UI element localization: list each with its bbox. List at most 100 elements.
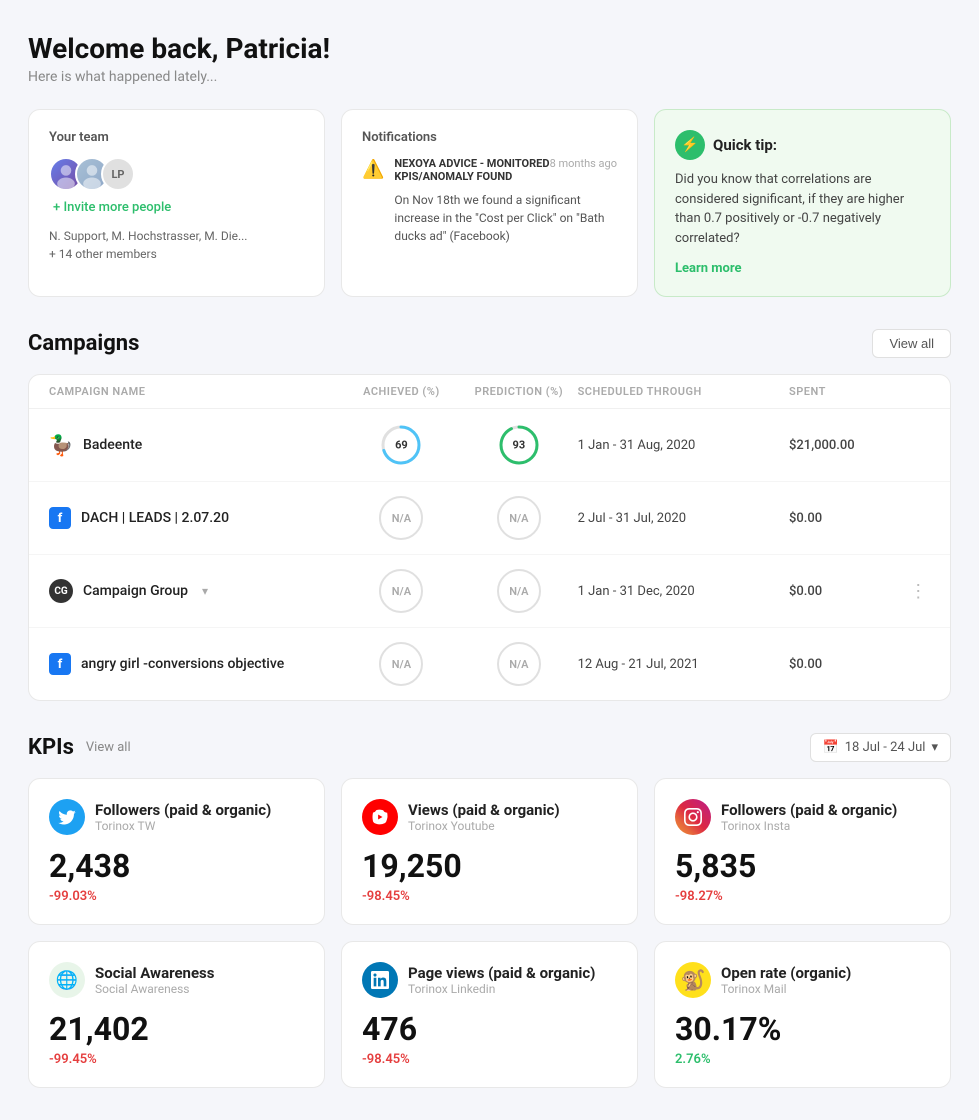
- alert-icon: ⚠️: [362, 159, 384, 245]
- campaign-icon-dach: f: [49, 507, 71, 529]
- scheduled-cell-angry: 12 Aug - 21 Jul, 2021: [578, 657, 789, 672]
- notification-body: On Nov 18th we found a significant incre…: [394, 191, 617, 245]
- kpi-card-info: Followers (paid & organic) Torinox Insta: [721, 801, 897, 833]
- quick-tip-body: Did you know that correlations are consi…: [675, 170, 930, 248]
- kpi-date-range-picker[interactable]: 📅 18 Jul - 24 Jul ▾: [810, 733, 951, 762]
- na-badge: N/A: [497, 569, 541, 613]
- achieved-circle: 69: [379, 423, 423, 467]
- campaign-name: angry girl -conversions objective: [81, 656, 284, 672]
- kpi-card-twitter: Followers (paid & organic) Torinox TW 2,…: [28, 778, 325, 925]
- notification-title: NEXOYA ADVICE - MONITORED KPIS/ANOMALY F…: [394, 157, 549, 183]
- kpi-date-range-label: 18 Jul - 24 Jul: [845, 740, 926, 755]
- table-row: CG Campaign Group ▾ N/A N/A 1 Jan - 31 D…: [29, 555, 950, 628]
- kpi-change: -99.03%: [49, 889, 304, 904]
- team-avatars: LP: [49, 157, 304, 191]
- kpi-value: 21,402: [49, 1010, 304, 1048]
- campaign-name: Badeente: [83, 437, 142, 453]
- notifications-card: Notifications ⚠️ NEXOYA ADVICE - MONITOR…: [341, 109, 638, 297]
- kpi-change: 2.76%: [675, 1052, 930, 1067]
- campaign-name-cell: f angry girl -conversions objective: [49, 653, 343, 675]
- expand-icon[interactable]: ▾: [202, 584, 208, 598]
- col-header-achieved: ACHIEVED (%): [343, 385, 460, 398]
- na-badge: N/A: [497, 642, 541, 686]
- kpi-change: -98.45%: [362, 889, 617, 904]
- campaign-name: Campaign Group: [83, 583, 188, 599]
- table-row: f DACH | LEADS | 2.07.20 N/A N/A 2 Jul -…: [29, 482, 950, 555]
- kpi-card-name: Views (paid & organic): [408, 801, 560, 819]
- spent-cell-angry: $0.00: [789, 657, 906, 672]
- notification-item: ⚠️ NEXOYA ADVICE - MONITORED KPIS/ANOMAL…: [362, 157, 617, 245]
- na-badge: N/A: [497, 496, 541, 540]
- kpi-change: -99.45%: [49, 1052, 304, 1067]
- campaigns-view-all-button[interactable]: View all: [872, 329, 951, 358]
- team-card-title: Your team: [49, 130, 304, 145]
- chevron-down-icon: ▾: [931, 740, 938, 755]
- kpi-card-linkedin: Page views (paid & organic) Torinox Link…: [341, 941, 638, 1088]
- campaigns-section-header: Campaigns View all: [28, 329, 951, 358]
- kpi-card-info: Followers (paid & organic) Torinox TW: [95, 801, 271, 833]
- achieved-cell-angry: N/A: [343, 642, 460, 686]
- kpi-value: 5,835: [675, 847, 930, 885]
- learn-more-link[interactable]: Learn more: [675, 261, 742, 276]
- spent-cell-badeente: $21,000.00: [789, 438, 906, 453]
- more-options-button[interactable]: ⋮: [907, 581, 930, 602]
- campaigns-table: CAMPAIGN NAME ACHIEVED (%) PREDICTION (%…: [28, 374, 951, 701]
- kpi-card-info: Page views (paid & organic) Torinox Link…: [408, 964, 595, 996]
- quick-tip-header: ⚡ Quick tip:: [675, 130, 930, 160]
- notifications-title: Notifications: [362, 130, 617, 145]
- quick-tip-title: Quick tip:: [713, 136, 777, 154]
- achieved-cell-dach: N/A: [343, 496, 460, 540]
- na-badge: N/A: [379, 496, 423, 540]
- invite-link[interactable]: + Invite more people: [53, 200, 171, 215]
- notification-content: NEXOYA ADVICE - MONITORED KPIS/ANOMALY F…: [394, 157, 617, 245]
- col-header-scheduled: SCHEDULED THROUGH: [578, 385, 789, 398]
- kpi-cards-grid: Followers (paid & organic) Torinox TW 2,…: [28, 778, 951, 1088]
- kpi-card-info: Views (paid & organic) Torinox Youtube: [408, 801, 560, 833]
- scheduled-cell-badeente: 1 Jan - 31 Aug, 2020: [578, 438, 789, 453]
- table-row: 🦆 Badeente 69 93: [29, 409, 950, 482]
- scheduled-cell-cg: 1 Jan - 31 Dec, 2020: [578, 584, 789, 599]
- avatar-lp: LP: [101, 157, 135, 191]
- spent-cell-dach: $0.00: [789, 511, 906, 526]
- kpi-card-name: Followers (paid & organic): [721, 801, 897, 819]
- campaign-icon-group: CG: [49, 579, 73, 603]
- kpi-card-header: Followers (paid & organic) Torinox TW: [49, 799, 304, 835]
- welcome-title: Welcome back, Patricia!: [28, 32, 951, 65]
- lightning-icon: ⚡: [675, 130, 705, 160]
- mailchimp-icon: 🐒: [675, 962, 711, 998]
- team-other-members: + 14 other members: [49, 247, 304, 261]
- kpi-card-header: Followers (paid & organic) Torinox Insta: [675, 799, 930, 835]
- campaign-name-cell: CG Campaign Group ▾: [49, 579, 343, 603]
- linkedin-icon: [362, 962, 398, 998]
- kpis-view-all-link[interactable]: View all: [86, 740, 131, 755]
- kpi-card-sub: Torinox Insta: [721, 819, 897, 833]
- kpi-change: -98.45%: [362, 1052, 617, 1067]
- prediction-cell-dach: N/A: [460, 496, 577, 540]
- kpi-value: 30.17%: [675, 1010, 930, 1048]
- col-header-actions: [907, 385, 930, 398]
- campaign-name: DACH | LEADS | 2.07.20: [81, 510, 229, 526]
- kpis-title: KPIs: [28, 735, 74, 760]
- social-awareness-icon: 🌐: [49, 962, 85, 998]
- notification-header: NEXOYA ADVICE - MONITORED KPIS/ANOMALY F…: [394, 157, 617, 187]
- kpi-card-name: Page views (paid & organic): [408, 964, 595, 982]
- twitter-icon: [49, 799, 85, 835]
- achieved-value: 69: [395, 439, 408, 452]
- kpi-value: 2,438: [49, 847, 304, 885]
- na-badge: N/A: [379, 569, 423, 613]
- campaigns-title: Campaigns: [28, 331, 139, 356]
- campaigns-table-header: CAMPAIGN NAME ACHIEVED (%) PREDICTION (%…: [29, 375, 950, 409]
- notification-time: 8 months ago: [550, 157, 617, 170]
- prediction-cell-cg: N/A: [460, 569, 577, 613]
- kpi-card-instagram: Followers (paid & organic) Torinox Insta…: [654, 778, 951, 925]
- scheduled-cell-dach: 2 Jul - 31 Jul, 2020: [578, 511, 789, 526]
- kpi-card-name: Followers (paid & organic): [95, 801, 271, 819]
- calendar-icon: 📅: [823, 740, 839, 755]
- prediction-cell-angry: N/A: [460, 642, 577, 686]
- instagram-icon: [675, 799, 711, 835]
- kpi-card-header: 🐒 Open rate (organic) Torinox Mail: [675, 962, 930, 998]
- kpi-card-header: Views (paid & organic) Torinox Youtube: [362, 799, 617, 835]
- kpi-card-sub: Torinox Mail: [721, 982, 851, 996]
- prediction-circle: 93: [497, 423, 541, 467]
- kpi-value: 476: [362, 1010, 617, 1048]
